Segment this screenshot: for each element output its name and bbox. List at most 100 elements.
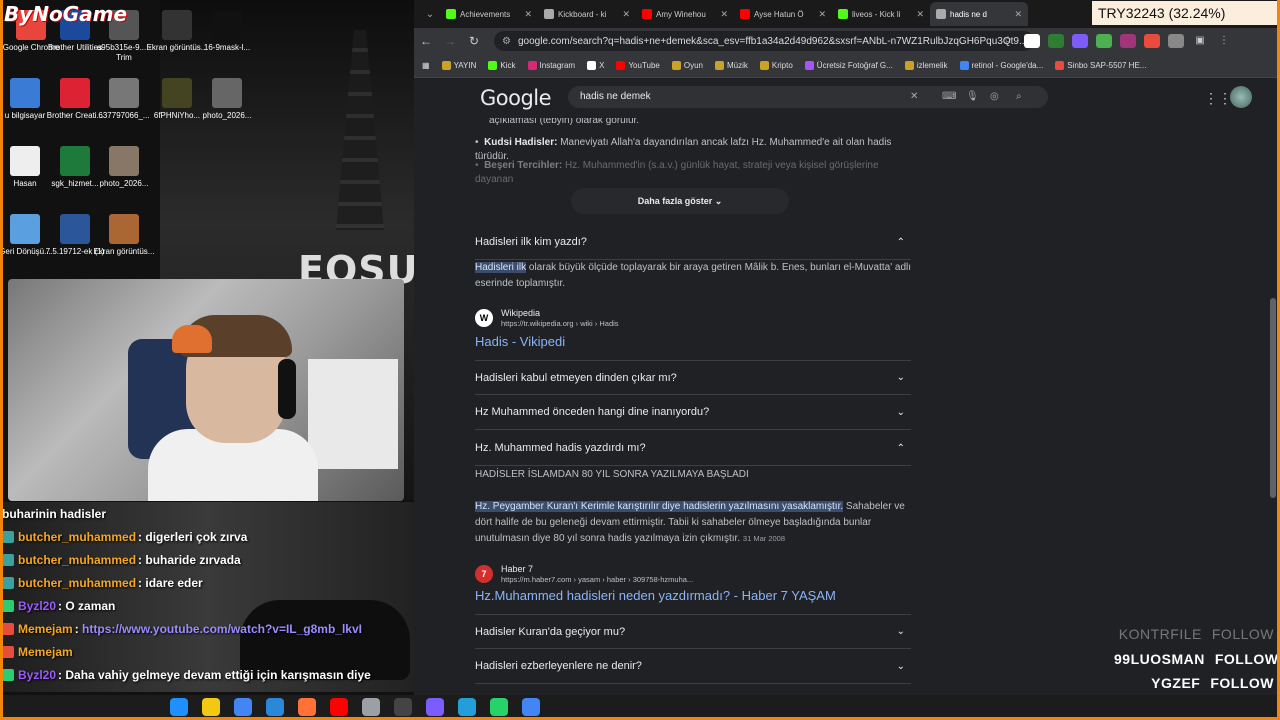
reload-icon[interactable]: ↻: [462, 34, 486, 48]
taskbar-app-icon[interactable]: [330, 698, 348, 716]
bookmark-star-icon[interactable]: ☆: [1000, 34, 1016, 48]
search-icon[interactable]: ⌕: [1016, 86, 1022, 108]
chat-text: : buharide zırvada: [138, 553, 241, 567]
taskbar: [0, 695, 1280, 720]
bookmark-item[interactable]: retinol - Google'da...: [959, 61, 1043, 70]
taskbar-app-icon[interactable]: [490, 698, 508, 716]
follower-name: YGZEF: [1151, 675, 1201, 691]
desktop-icon[interactable]: photo_2026...: [196, 78, 258, 121]
desktop-icon-image: [109, 146, 139, 176]
apps-grid-icon[interactable]: ▦: [422, 61, 430, 70]
taskbar-app-icon[interactable]: [266, 698, 284, 716]
paa-question-6[interactable]: Hadisleri ezberleyenlere ne denir? ⌄: [475, 649, 911, 684]
paa-source-4[interactable]: 7 Haber 7 https://m.haber7.com › yasam ›…: [475, 563, 911, 585]
show-more-button[interactable]: Daha fazla göster ⌄: [571, 188, 789, 214]
tab-close-icon[interactable]: ✕: [524, 9, 532, 20]
result-link-haber7[interactable]: Hz.Muhammed hadisleri neden yazdırmadı? …: [475, 588, 911, 603]
address-bar[interactable]: ⚙ google.com/search?q=hadis+ne+demek&sca…: [494, 31, 1034, 51]
extension-icon[interactable]: [1120, 34, 1136, 48]
puzzle-icon[interactable]: ▣: [1192, 34, 1208, 48]
bookmark-item[interactable]: YAYIN: [441, 61, 476, 70]
paa-question-3[interactable]: Hz Muhammed önceden hangi dine inanıyord…: [475, 395, 911, 430]
taskbar-app-icon[interactable]: [522, 698, 540, 716]
google-logo[interactable]: Google: [480, 86, 552, 110]
bookmark-item[interactable]: Sinbo SAP-5507 HE...: [1055, 61, 1146, 70]
taskbar-app-icon[interactable]: [362, 698, 380, 716]
tab-favicon-icon: [446, 9, 456, 19]
site-info-icon[interactable]: ⚙: [502, 36, 511, 47]
desktop-icon[interactable]: photo_2026...: [93, 146, 155, 189]
avatar[interactable]: [1230, 86, 1252, 108]
extension-icon[interactable]: [1144, 34, 1160, 48]
taskbar-app-icon[interactable]: [458, 698, 476, 716]
taskbar-app-icon[interactable]: [170, 698, 188, 716]
bookmark-item[interactable]: Müzik: [715, 61, 748, 70]
tab-close-icon[interactable]: ✕: [916, 9, 924, 20]
taskbar-app-icon[interactable]: [394, 698, 412, 716]
bookmark-item[interactable]: Kripto: [759, 61, 793, 70]
page-scrollbar[interactable]: [1270, 298, 1276, 498]
desktop-icon[interactable]: 16-9mask-l...: [196, 10, 258, 53]
chat-username[interactable]: Memejam: [18, 645, 73, 659]
browser-tab[interactable]: Kickboard - ki ✕: [538, 2, 636, 26]
extension-icon[interactable]: [1168, 34, 1184, 48]
extension-icon[interactable]: [1024, 34, 1040, 48]
taskbar-app-icon[interactable]: [298, 698, 316, 716]
paa-question-2[interactable]: Hadisleri kabul etmeyen dinden çıkar mı?…: [475, 360, 911, 395]
browser-tab[interactable]: Amy Winehou ✕: [636, 2, 734, 26]
tab-close-icon[interactable]: ✕: [818, 9, 826, 20]
desktop-icon[interactable]: Ekran görüntüs...: [93, 214, 155, 257]
tab-search-icon[interactable]: ⌄: [420, 9, 440, 20]
tab-close-icon[interactable]: ✕: [622, 9, 630, 20]
google-apps-icon[interactable]: ⋮⋮: [1204, 90, 1232, 107]
tab-close-icon[interactable]: ✕: [720, 9, 728, 20]
paa-question-1[interactable]: Hadisleri ilk kim yazdı? ⌃: [475, 225, 911, 260]
extension-icon[interactable]: [1048, 34, 1064, 48]
chevron-down-icon: ⌄: [896, 406, 905, 418]
clear-icon[interactable]: ✕: [910, 86, 918, 108]
extension-icon[interactable]: [1072, 34, 1088, 48]
chevron-down-icon: ⌄: [714, 196, 723, 206]
browser-tab[interactable]: Ayse Hatun Ö ✕: [734, 2, 832, 26]
follow-alert: 99LUOSMAN FOLLOW: [1114, 651, 1278, 667]
chat-username[interactable]: Memejam: [18, 622, 73, 636]
bookmark-item[interactable]: izlemelik: [904, 61, 948, 70]
back-icon[interactable]: ←: [414, 34, 438, 48]
chat-link[interactable]: https://www.youtube.com/watch?v=IL_g8mb_…: [82, 622, 362, 636]
taskbar-app-icon[interactable]: [202, 698, 220, 716]
bookmark-item[interactable]: Kick: [488, 61, 516, 70]
paa-question-5[interactable]: Hadisler Kuran'da geçiyor mu? ⌄: [475, 614, 911, 649]
bookmark-item[interactable]: X: [587, 61, 604, 70]
browser-tab[interactable]: liveos - Kick li ✕: [832, 2, 930, 26]
chat-message: buharinin hadisler: [2, 503, 412, 526]
chat-username[interactable]: Byzl20: [18, 599, 56, 613]
user-badge-icon: [2, 600, 14, 612]
taskbar-app-icon[interactable]: [234, 698, 252, 716]
mic-icon[interactable]: 🎙: [966, 86, 979, 108]
menu-icon[interactable]: ⋮: [1216, 34, 1232, 48]
chat-username[interactable]: butcher_muhammed: [18, 576, 136, 590]
browser-tab[interactable]: Achievements ✕: [440, 2, 538, 26]
bookmark-item[interactable]: YouTube: [616, 61, 660, 70]
paa-source-1[interactable]: W Wikipedia https://tr.wikipedia.org › w…: [475, 307, 911, 329]
chat-message: Byzl20: Daha vahiy gelmeye devam ettiği …: [2, 664, 412, 687]
chat-message: Memejam: https://www.youtube.com/watch?v…: [2, 618, 412, 641]
extension-icon[interactable]: [1096, 34, 1112, 48]
keyboard-icon[interactable]: ⌨: [942, 86, 956, 108]
chat-username[interactable]: Byzl20: [18, 668, 56, 682]
result-link-wikipedia[interactable]: Hadis - Vikipedi: [475, 334, 911, 349]
bullet-beseri: • Beşeri Tercihler: Hz. Muhammed'in (s.a…: [475, 160, 879, 185]
browser-tab[interactable]: hadis ne d ✕: [930, 2, 1028, 26]
search-input[interactable]: hadis ne demek ✕ ⌨ 🎙 ◎ ⌕: [568, 86, 1048, 108]
bookmark-item[interactable]: Instagram: [527, 61, 575, 70]
paa-question-4[interactable]: Hz. Muhammed hadis yazdırdı mı? ⌃: [475, 431, 911, 466]
tab-close-icon[interactable]: ✕: [1014, 9, 1022, 20]
lens-icon[interactable]: ◎: [990, 86, 999, 108]
bookmark-item[interactable]: Ücretsiz Fotoğraf G...: [804, 61, 893, 70]
bookmark-icon: [671, 61, 681, 70]
taskbar-app-icon[interactable]: [426, 698, 444, 716]
chat-username[interactable]: butcher_muhammed: [18, 553, 136, 567]
bookmark-item[interactable]: Oyun: [671, 61, 703, 70]
chat-username[interactable]: butcher_muhammed: [18, 530, 136, 544]
forward-icon[interactable]: →: [438, 34, 462, 48]
